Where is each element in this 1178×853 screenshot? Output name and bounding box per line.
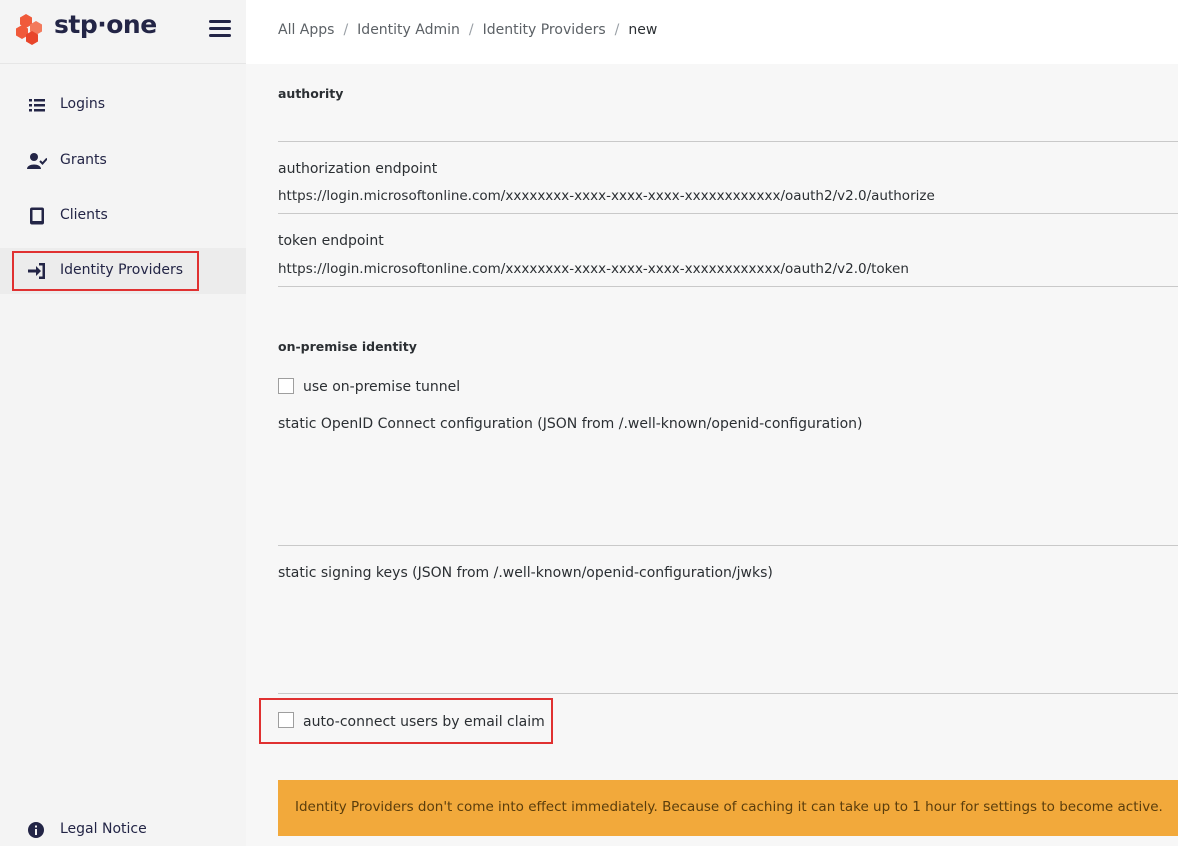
breadcrumb-separator: /	[614, 22, 620, 38]
section-title-authority: authority	[278, 86, 344, 101]
tablet-icon	[30, 207, 44, 225]
static-keys-textarea[interactable]	[278, 591, 1178, 691]
sidebar-item-label: Clients	[60, 207, 108, 223]
sidebar-item-label: Grants	[60, 152, 107, 168]
breadcrumb-separator: /	[468, 22, 474, 38]
info-icon	[28, 822, 44, 838]
sign-in-icon	[28, 263, 45, 279]
brand-name: stp·one	[54, 10, 157, 39]
menu-toggle-icon[interactable]	[209, 20, 231, 40]
static-config-textarea[interactable]	[278, 442, 1178, 542]
breadcrumb-identity-providers[interactable]: Identity Providers	[483, 22, 606, 38]
caching-notice-banner: Identity Providers don't come into effec…	[278, 780, 1178, 836]
breadcrumb-current: new	[628, 22, 658, 38]
sidebar: stp·one Logins Grants Clients Identity P…	[0, 0, 246, 846]
list-icon	[29, 99, 45, 112]
static-config-label: static OpenID Connect configuration (JSO…	[278, 416, 863, 432]
brand-logo-icon	[16, 14, 42, 45]
sidebar-item-legal-notice[interactable]: Legal Notice	[0, 807, 246, 853]
static-keys-label: static signing keys (JSON from /.well-kn…	[278, 565, 773, 581]
autoconnect-checkbox[interactable]	[278, 712, 294, 728]
breadcrumb: All Apps / Identity Admin / Identity Provide…	[278, 22, 657, 38]
onprem-tunnel-label[interactable]: use on-premise tunnel	[303, 379, 460, 395]
token-endpoint-underline	[278, 286, 1178, 287]
token-endpoint-input[interactable]	[278, 261, 1178, 277]
sidebar-item-clients[interactable]: Clients	[0, 193, 246, 239]
breadcrumb-separator: /	[343, 22, 349, 38]
static-keys-underline	[278, 693, 1178, 694]
authority-field-underline	[278, 141, 1178, 142]
token-endpoint-label: token endpoint	[278, 233, 384, 249]
brand-header: stp·one	[0, 0, 246, 64]
onprem-tunnel-checkbox[interactable]	[278, 378, 294, 394]
breadcrumb-identity-admin[interactable]: Identity Admin	[357, 22, 460, 38]
authorization-endpoint-input[interactable]	[278, 188, 1178, 204]
sidebar-item-grants[interactable]: Grants	[0, 138, 246, 184]
breadcrumb-all-apps[interactable]: All Apps	[278, 22, 334, 38]
user-check-icon	[27, 153, 47, 169]
notice-text: Identity Providers don't come into effec…	[295, 799, 1163, 815]
main-content: authority authorization endpoint token e…	[246, 64, 1178, 846]
sidebar-item-label: Legal Notice	[60, 821, 147, 837]
sidebar-item-logins[interactable]: Logins	[0, 82, 246, 128]
static-config-underline	[278, 545, 1178, 546]
authorization-endpoint-label: authorization endpoint	[278, 161, 438, 177]
autoconnect-label[interactable]: auto-connect users by email claim	[303, 714, 545, 730]
section-title-onprem: on-premise identity	[278, 339, 417, 354]
sidebar-item-identity-providers[interactable]: Identity Providers	[0, 248, 246, 294]
authorization-endpoint-underline	[278, 213, 1178, 214]
sidebar-item-label: Identity Providers	[60, 262, 184, 278]
top-bar: All Apps / Identity Admin / Identity Provide…	[246, 0, 1178, 64]
sidebar-item-label: Logins	[60, 96, 106, 112]
